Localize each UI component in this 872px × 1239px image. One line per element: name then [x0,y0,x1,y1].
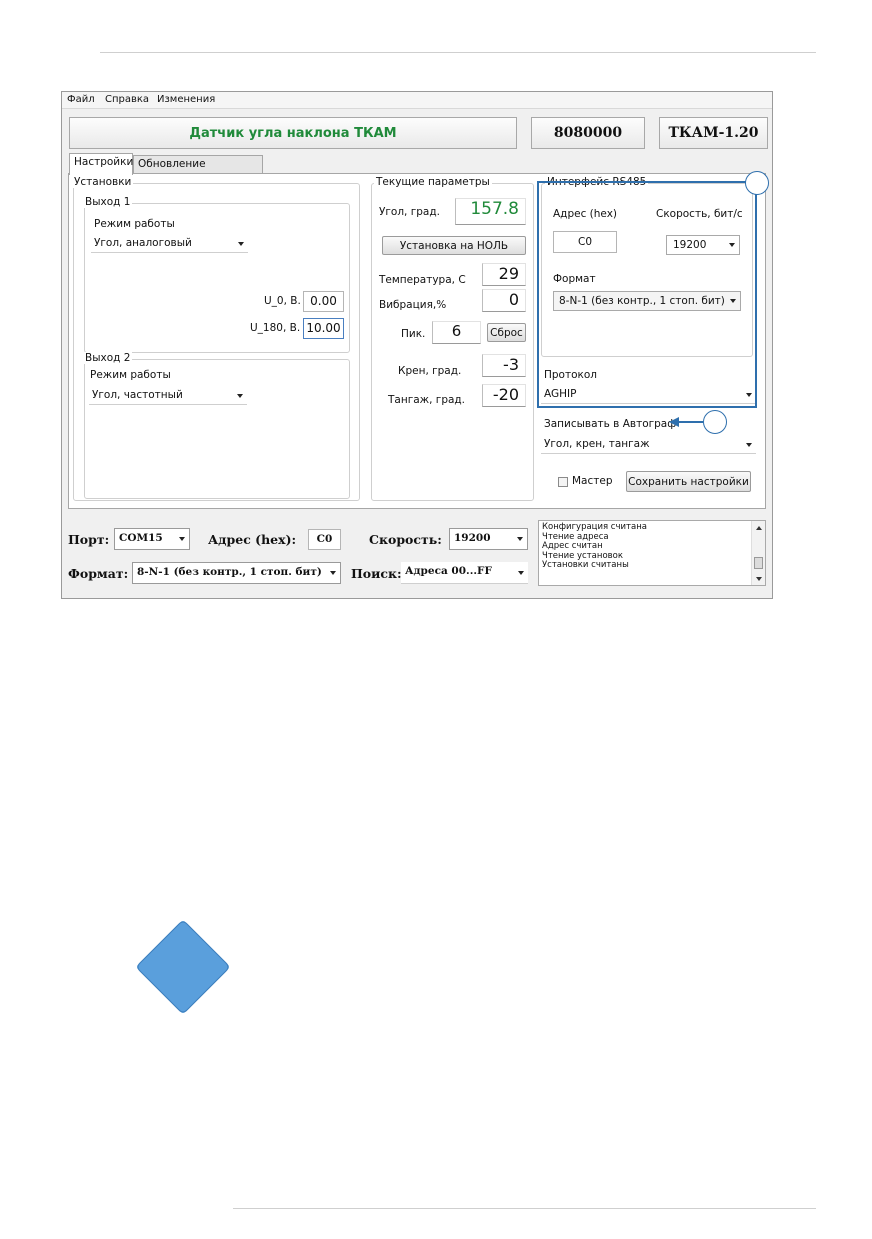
device-title-button[interactable]: Датчик угла наклона ТКАМ [69,117,517,149]
save-settings-button[interactable]: Сохранить настройки [626,471,751,492]
log-scrollbar[interactable] [751,521,765,585]
menu-changes[interactable]: Изменения [157,94,215,105]
angle-value: 157.8 [455,198,526,225]
reset-button[interactable]: Сброс [487,323,526,342]
serial-number-button[interactable]: 8080000 [531,117,645,149]
current-params-title: Текущие параметры [374,176,492,188]
scroll-up-icon[interactable] [756,526,762,530]
temperature-label: Температура, С [379,274,466,286]
output2-mode-select[interactable]: Угол, частотный [89,387,247,405]
callout-circle-autograph [703,410,727,434]
roll-value: -3 [482,354,526,377]
settings-group-title: Установки [72,176,134,188]
chevron-down-icon [179,537,185,541]
menu-help[interactable]: Справка [105,94,149,105]
menu-file[interactable]: Файл [67,94,95,105]
output2-mode-label: Режим работы [90,369,171,381]
tab-settings[interactable]: Настройки [69,153,133,175]
scroll-thumb[interactable] [754,557,763,569]
chevron-down-icon [237,393,243,398]
angle-label: Угол, град. [379,206,440,218]
log-list[interactable]: Конфигурация считана Чтение адреса Адрес… [538,520,766,586]
app-window: Файл Справка Изменения Датчик угла накло… [61,91,773,599]
output2-title: Выход 2 [83,352,133,364]
roll-label: Крен, град. [398,365,462,377]
master-checkbox[interactable] [558,477,568,487]
tab-firmware-update[interactable]: Обновление прошивки [133,155,263,182]
bottom-format-value: 8-N-1 (без контр., 1 стоп. бит) [137,566,322,578]
peak-label: Пик. [401,328,426,340]
chevron-down-icon [517,537,523,541]
port-label: Порт: [68,532,110,547]
autograph-select[interactable]: Угол, крен, тангаж [541,436,756,454]
serial-number: 8080000 [553,125,623,141]
vibration-label: Вибрация,% [379,299,447,311]
bottom-address-input[interactable]: C0 [308,529,341,550]
callout-circle-rs485 [745,171,769,195]
port-value: COM15 [119,532,163,544]
bottom-format-select[interactable]: 8-N-1 (без контр., 1 стоп. бит) [132,562,341,584]
master-label: Мастер [572,475,613,487]
output1-mode-label: Режим работы [94,218,175,230]
scroll-down-icon[interactable] [756,577,762,581]
device-title: Датчик угла наклона ТКАМ [189,125,397,141]
settings-panel: Установки Выход 1 Режим работы Угол, ана… [68,171,769,509]
menu-bar: Файл Справка Изменения [62,92,772,109]
u180-label: U_180, В. [250,322,301,334]
search-value: Адреса 00...FF [405,565,492,577]
search-select[interactable]: Адреса 00...FF [401,562,528,584]
peak-value: 6 [432,321,481,344]
log-line: Установки считаны [542,560,629,570]
bottom-rule [233,1208,816,1209]
top-rule [100,52,816,53]
model-button[interactable]: ТКАМ-1.20 [659,117,768,149]
chevron-down-icon [330,571,336,575]
autograph-value: Угол, крен, тангаж [544,438,650,450]
bottom-speed-label: Скорость: [369,532,442,547]
output1-mode-select[interactable]: Угол, аналоговый [91,235,248,253]
diamond-shape-icon [135,919,231,1015]
port-select[interactable]: COM15 [114,528,190,550]
chevron-down-icon [238,241,244,246]
vibration-value: 0 [482,289,526,312]
autograph-label: Записывать в Автограф [544,418,677,430]
bottom-speed-value: 19200 [454,532,491,544]
output2-mode-value: Угол, частотный [92,389,183,401]
u0-input[interactable]: 0.00 [303,291,344,312]
bottom-address-label: Адрес (hex): [208,532,297,547]
output1-title: Выход 1 [83,196,133,208]
search-label: Поиск: [351,566,402,581]
u0-label: U_0, В. [264,295,301,307]
u180-input[interactable]: 10.00 [303,318,344,339]
model-version: ТКАМ-1.20 [668,125,759,141]
pitch-value: -20 [482,384,526,407]
chevron-down-icon [518,570,524,575]
bottom-speed-select[interactable]: 19200 [449,528,528,550]
rs485-highlight-frame [537,181,757,408]
temperature-value: 29 [482,263,526,286]
set-zero-button[interactable]: Установка на НОЛЬ [382,236,526,255]
chevron-down-icon [746,442,752,447]
pitch-label: Тангаж, град. [388,394,466,406]
callout-arrow-icon [669,417,703,427]
bottom-format-label: Формат: [68,566,129,581]
output1-mode-value: Угол, аналоговый [94,237,192,249]
